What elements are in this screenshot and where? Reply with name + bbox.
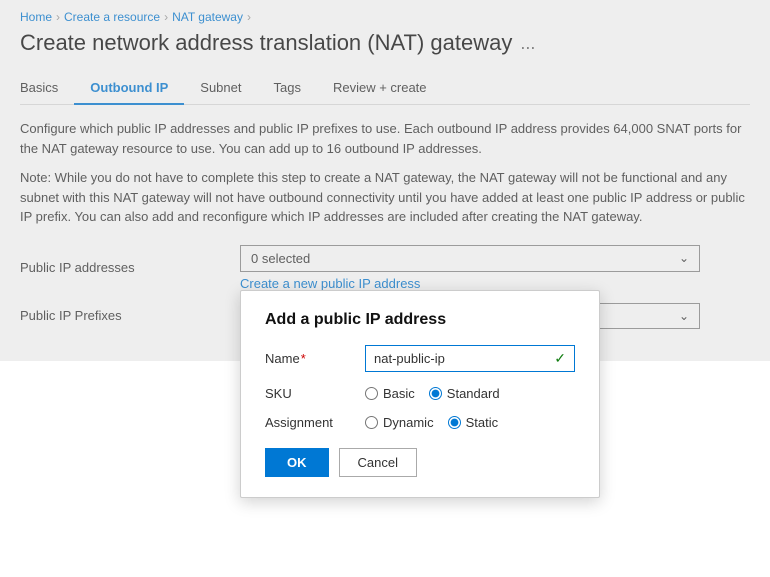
checkmark-icon: ✓ xyxy=(554,350,566,367)
add-public-ip-dialog: Add a public IP address Name* nat-public… xyxy=(240,290,600,498)
dialog-assignment-label: Assignment xyxy=(265,415,365,430)
page-container: Home › Create a resource › NAT gateway ›… xyxy=(0,0,770,361)
dialog-assignment-field: Assignment Dynamic Static xyxy=(265,415,575,430)
ok-button[interactable]: OK xyxy=(265,448,329,477)
dialog-sku-field: SKU Basic Standard xyxy=(265,386,575,401)
cancel-button[interactable]: Cancel xyxy=(339,448,417,477)
sku-standard-radio[interactable] xyxy=(429,387,442,400)
assignment-static-option[interactable]: Static xyxy=(448,415,499,430)
sku-radio-group: Basic Standard xyxy=(365,386,500,401)
sku-basic-option[interactable]: Basic xyxy=(365,386,415,401)
required-star: * xyxy=(301,351,306,366)
dialog-name-label: Name* xyxy=(265,351,365,366)
dialog-name-field: Name* nat-public-ip ✓ xyxy=(265,345,575,372)
sku-basic-label: Basic xyxy=(383,386,415,401)
dialog-title: Add a public IP address xyxy=(265,311,575,329)
assignment-dynamic-option[interactable]: Dynamic xyxy=(365,415,434,430)
dialog-actions: OK Cancel xyxy=(265,448,575,477)
assignment-static-radio[interactable] xyxy=(448,416,461,429)
assignment-dynamic-label: Dynamic xyxy=(383,415,434,430)
dialog-name-input[interactable]: nat-public-ip ✓ xyxy=(365,345,575,372)
assignment-static-label: Static xyxy=(466,415,499,430)
assignment-radio-group: Dynamic Static xyxy=(365,415,498,430)
sku-standard-label: Standard xyxy=(447,386,500,401)
dialog-name-value: nat-public-ip xyxy=(374,351,445,366)
dialog-sku-label: SKU xyxy=(265,386,365,401)
sku-standard-option[interactable]: Standard xyxy=(429,386,500,401)
sku-basic-radio[interactable] xyxy=(365,387,378,400)
assignment-dynamic-radio[interactable] xyxy=(365,416,378,429)
